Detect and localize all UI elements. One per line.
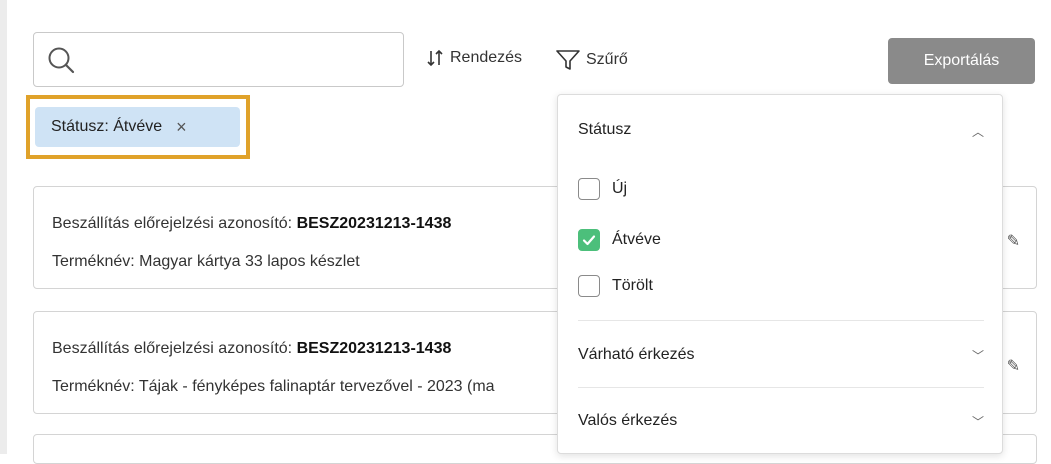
forecast-id-line: Beszállítás előrejelzési azonosító: BESZ… [52, 215, 451, 233]
product-name: Terméknév: Tájak - fényképes falinaptár … [52, 378, 495, 395]
remove-filter-icon[interactable]: × [176, 117, 187, 138]
chevron-up-icon[interactable]: ︿ [972, 123, 984, 140]
section-divider [578, 387, 984, 388]
forecast-id-value: BESZ20231213-1438 [296, 215, 452, 232]
active-filter-label: Státusz: Átvéve [51, 118, 163, 135]
search-input[interactable] [33, 32, 404, 87]
actual-arrival-section-title[interactable]: Valós érkezés [578, 412, 677, 430]
filter-panel: Státusz ︿ Új Átvéve Törölt Várható érkez… [557, 94, 1003, 454]
edit-icon[interactable]: ✎ [1007, 356, 1020, 376]
product-name: Terméknév: Magyar kártya 33 lapos készle… [52, 253, 360, 270]
forecast-id-value: BESZ20231213-1438 [296, 340, 452, 357]
sort-arrows-icon [427, 49, 443, 67]
forecast-id-label: Beszállítás előrejelzési azonosító: [52, 340, 297, 357]
status-option-label: Új [612, 180, 628, 197]
active-filter-chip[interactable]: Státusz: Átvéve × [35, 107, 240, 147]
checkbox-icon[interactable] [578, 275, 600, 297]
chevron-down-icon[interactable]: ﹀ [972, 413, 984, 430]
status-section-title[interactable]: Státusz [578, 121, 631, 139]
export-button[interactable]: Exportálás [888, 38, 1035, 84]
status-option-label: Törölt [612, 277, 653, 294]
left-border [0, 0, 7, 454]
forecast-id-line: Beszállítás előrejelzési azonosító: BESZ… [52, 340, 451, 358]
filter-label: Szűrő [586, 51, 628, 68]
expected-arrival-section-title[interactable]: Várható érkezés [578, 346, 695, 364]
status-option-uj[interactable]: Új [578, 178, 627, 200]
search-icon [48, 47, 75, 74]
sort-button[interactable]: Rendezés [426, 49, 522, 67]
filter-button[interactable]: Szűrő [556, 49, 628, 71]
status-option-torolt[interactable]: Törölt [578, 275, 653, 297]
checkmark-icon [582, 235, 596, 246]
edit-icon[interactable]: ✎ [1007, 231, 1020, 251]
checkbox-icon[interactable] [578, 178, 600, 200]
section-divider [578, 320, 984, 321]
chevron-down-icon[interactable]: ﹀ [972, 347, 984, 364]
filter-funnel-icon [556, 50, 580, 70]
sort-label: Rendezés [450, 49, 523, 66]
forecast-id-label: Beszállítás előrejelzési azonosító: [52, 215, 297, 232]
checkbox-checked-icon[interactable] [578, 229, 600, 251]
status-option-atveve[interactable]: Átvéve [578, 229, 661, 251]
status-option-label: Átvéve [612, 231, 661, 248]
